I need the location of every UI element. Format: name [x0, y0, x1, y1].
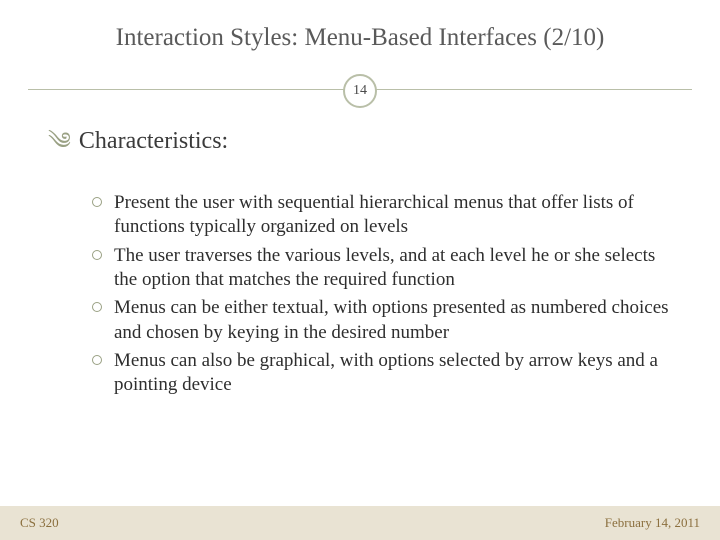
bullet-list: Present the user with sequential hierarc… [48, 191, 672, 398]
footer-right: February 14, 2011 [605, 515, 700, 531]
footer-left: CS 320 [20, 515, 59, 531]
content-area: ༄ Characteristics: Present the user with … [0, 110, 720, 398]
list-item: Menus can also be graphical, with option… [92, 349, 672, 398]
swirl-icon: ༄ [48, 115, 71, 182]
title-divider: 14 [0, 70, 720, 110]
list-item: The user traverses the various levels, a… [92, 244, 672, 293]
bullet-text: Present the user with sequential hierarc… [114, 192, 634, 237]
bullet-text: Menus can be either textual, with option… [114, 297, 669, 342]
slide-title: Interaction Styles: Menu-Based Interface… [0, 0, 720, 52]
list-item: Menus can be either textual, with option… [92, 296, 672, 345]
page-number: 14 [353, 83, 367, 99]
page-number-badge: 14 [343, 74, 377, 108]
slide: Interaction Styles: Menu-Based Interface… [0, 0, 720, 540]
list-item: Present the user with sequential hierarc… [92, 191, 672, 240]
bullet-text: Menus can also be graphical, with option… [114, 350, 658, 395]
section-heading: ༄ Characteristics: [48, 114, 672, 181]
footer: CS 320 February 14, 2011 [0, 506, 720, 540]
section-heading-text: Characteristics: [79, 128, 228, 154]
bullet-text: The user traverses the various levels, a… [114, 245, 655, 290]
